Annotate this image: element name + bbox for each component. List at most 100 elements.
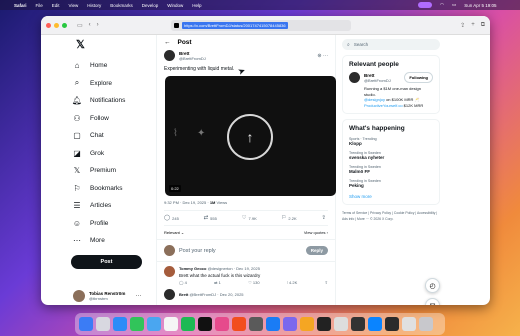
menu-window[interactable]: Window — [167, 3, 183, 8]
app-icon[interactable] — [385, 317, 399, 331]
reply-item[interactable]: Tommy Geoco @designerton · Dec 19, 2025 … — [157, 262, 335, 289]
nav-premium[interactable]: 𝕏 Premium — [71, 162, 156, 180]
share-button[interactable]: ⇪ — [321, 215, 328, 221]
appstore-icon[interactable] — [266, 317, 280, 331]
x-logo-icon[interactable]: 𝕏 — [76, 38, 156, 51]
downloads-folder-icon[interactable] — [402, 317, 416, 331]
bookmark-button[interactable]: ⚐ 2.2K — [281, 215, 296, 221]
trend-item[interactable]: Trending in Sweden svenska nyheter — [349, 151, 433, 160]
terminal-icon[interactable] — [198, 317, 212, 331]
menu-develop[interactable]: Develop — [142, 3, 159, 8]
finder-icon[interactable] — [79, 317, 93, 331]
avatar[interactable] — [349, 72, 360, 83]
bio-link[interactable]: ProductiveYourself.co — [364, 103, 403, 108]
nav-bookmarks[interactable]: ⚐ Bookmarks — [71, 180, 156, 198]
url-text[interactable]: https://x.com/BrettFromDJ/status/2001747… — [182, 22, 288, 29]
reply-repost-button[interactable]: ⇄ 1 — [214, 280, 221, 285]
nav-explore[interactable]: ⌕ Explore — [71, 75, 156, 93]
nav-grok[interactable]: ◪ Grok — [71, 145, 156, 163]
app-icon[interactable] — [351, 317, 365, 331]
safari-icon[interactable] — [113, 317, 127, 331]
footer-links[interactable]: Terms of Service | Privacy Policy | Cook… — [342, 210, 440, 222]
nav-follow[interactable]: ⚇ Follow — [71, 110, 156, 128]
status-pill-icon[interactable] — [418, 2, 432, 8]
settings-icon[interactable] — [249, 317, 263, 331]
photos-icon[interactable] — [164, 317, 178, 331]
repost-button[interactable]: ⇄ 555 — [204, 215, 217, 221]
reply-author[interactable]: Brett — [179, 292, 188, 297]
app-icon[interactable] — [334, 317, 348, 331]
trash-icon[interactable] — [419, 317, 433, 331]
spotify-icon[interactable] — [181, 317, 195, 331]
search-input[interactable]: ⌕ Search — [342, 39, 440, 50]
reply-button[interactable]: ◯ 245 — [164, 215, 179, 221]
tweet-time[interactable]: 9:32 PM · Dec 19, 2025 · — [164, 200, 210, 205]
app-icon[interactable] — [283, 317, 297, 331]
trend-item[interactable]: Trending in Sweden Malmö FF — [349, 165, 433, 174]
back-arrow-icon[interactable]: ← — [164, 39, 171, 46]
zoom-window-button[interactable] — [62, 22, 67, 28]
mail-icon[interactable] — [147, 317, 161, 331]
like-button[interactable]: ♡ 7.9K — [242, 215, 257, 221]
address-bar[interactable]: https://x.com/BrettFromDJ/status/2001747… — [171, 20, 351, 31]
launchpad-icon[interactable] — [96, 317, 110, 331]
person-handle[interactable]: @BrettFromDJ — [364, 78, 391, 83]
share-icon[interactable]: ⇪ — [460, 22, 465, 29]
following-button[interactable]: Following — [404, 72, 433, 83]
menu-bookmarks[interactable]: Bookmarks — [110, 3, 133, 8]
post-button[interactable]: Post — [71, 254, 142, 269]
account-switcher[interactable]: Tobias Renström @tbrnstrm ··· — [73, 290, 141, 302]
tweet-menu-icon[interactable]: ⊛ ··· — [317, 53, 328, 59]
battery-icon[interactable]: ▭ — [452, 2, 456, 8]
views-label: Views — [215, 200, 228, 205]
nav-profile[interactable]: ☺ Profile — [71, 215, 156, 233]
reply-reply-button[interactable]: ◯ 4 — [179, 280, 187, 285]
app-icon[interactable] — [300, 317, 314, 331]
nav-articles[interactable]: ☰ Articles — [71, 197, 156, 215]
clock[interactable]: Sun Apr 5 19:05 — [464, 3, 496, 8]
menu-view[interactable]: View — [69, 3, 79, 8]
share-icon[interactable]: ⇪ — [325, 280, 328, 285]
forward-arrow-icon[interactable]: › — [97, 22, 99, 29]
app-icon[interactable] — [368, 317, 382, 331]
nav-notifications[interactable]: 🔔︎ Notifications — [71, 92, 156, 110]
tab-overview-icon[interactable]: ⧉ — [481, 22, 485, 29]
menu-safari[interactable]: Safari — [14, 3, 27, 8]
avatar[interactable] — [164, 266, 175, 277]
trend-item[interactable]: Sports · Trending Klopp — [349, 137, 433, 146]
menu-help[interactable]: Help — [192, 3, 201, 8]
close-window-button[interactable] — [46, 22, 51, 28]
reply-input[interactable]: Post your reply — [179, 248, 216, 254]
minimize-window-button[interactable] — [54, 22, 59, 28]
wifi-icon[interactable]: ◠ — [440, 2, 444, 8]
nav-home[interactable]: ⌂ Home — [71, 57, 156, 75]
avatar[interactable] — [164, 289, 175, 300]
sort-dropdown[interactable]: Relevant ⌄ — [164, 230, 184, 235]
trend-item[interactable]: Trending in Sweden Peking — [349, 179, 433, 188]
app-icon[interactable] — [317, 317, 331, 331]
bio-link[interactable]: @designjoy — [364, 97, 385, 102]
nav-chat[interactable]: ▢ Chat — [71, 127, 156, 145]
messages-fab-icon[interactable]: ✉ — [425, 298, 440, 305]
figma-icon[interactable] — [215, 317, 229, 331]
reply-item[interactable]: Brett @BrettFromDJ · Dec 20, 2025 — [157, 289, 335, 300]
back-arrow-icon[interactable]: ‹ — [89, 22, 91, 29]
tweet-video[interactable]: ⌇ ✦ ↑ 0:22 — [165, 76, 336, 196]
reply-submit-button[interactable]: Reply — [305, 246, 328, 255]
messages-icon[interactable] — [130, 317, 144, 331]
reply-author[interactable]: Tommy Geoco — [179, 266, 207, 271]
menu-edit[interactable]: Edit — [52, 3, 60, 8]
grok-fab-icon[interactable]: ◴ — [425, 278, 440, 293]
view-quotes-link[interactable]: View quotes › — [304, 230, 328, 235]
nav-more[interactable]: ⋯ More — [71, 232, 156, 250]
reply-like-button[interactable]: ♡ 130 — [248, 280, 259, 285]
menu-file[interactable]: File — [36, 3, 43, 8]
reply-views[interactable]: ⫶ 4.2K — [287, 280, 297, 285]
menu-history[interactable]: History — [87, 3, 101, 8]
sidebar-toggle-icon[interactable]: ▭ — [77, 22, 83, 29]
avatar[interactable] — [164, 50, 175, 61]
app-icon[interactable] — [232, 317, 246, 331]
new-tab-icon[interactable]: + — [471, 22, 475, 29]
show-more-link[interactable]: Show more — [349, 194, 433, 199]
tweet-handle[interactable]: @BrettFromDJ — [179, 56, 206, 61]
